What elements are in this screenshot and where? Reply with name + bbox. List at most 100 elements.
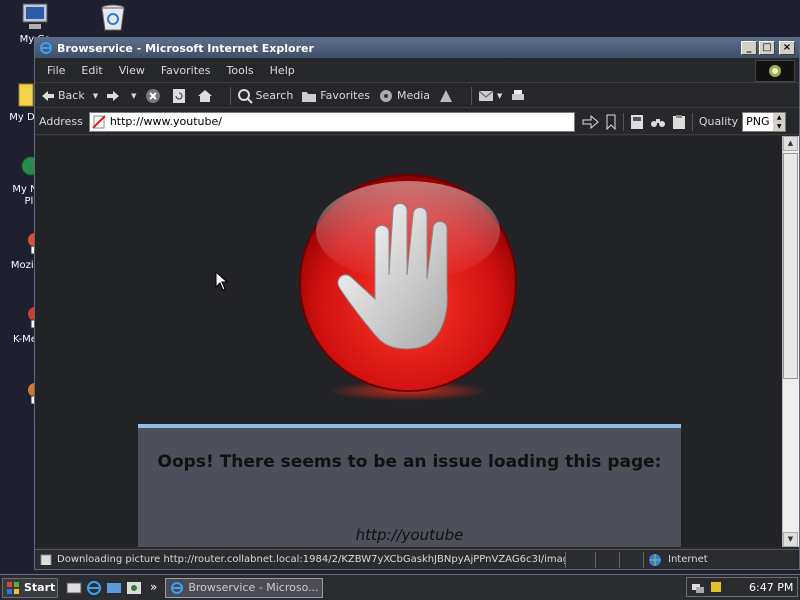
back-arrow-icon [42,90,54,101]
address-label: Address [39,115,83,128]
go-arrow-icon[interactable] [581,114,599,129]
media-label: Media [397,89,431,102]
menu-help[interactable]: Help [262,64,303,77]
favorites-folder-icon [302,91,317,102]
quality-select[interactable]: PNG ▲ ▼ [742,111,787,132]
clock[interactable]: 6:47 PM [749,581,793,594]
desktop-icon-recycle-bin[interactable] [78,2,148,34]
history-button[interactable] [438,88,457,104]
start-label: Start [24,581,56,594]
status-text: Downloading picture http://router.collab… [57,554,565,565]
menu-edit[interactable]: Edit [73,64,110,77]
toolbar-separator [229,86,231,105]
scroll-up-icon[interactable]: ▲ [783,136,798,151]
quality-spinner[interactable]: ▲ ▼ [773,112,786,131]
network-icon[interactable] [691,580,705,594]
scroll-down-icon[interactable]: ▼ [783,532,798,547]
status-bar: Downloading picture http://router.collab… [35,549,799,569]
stop-button[interactable] [145,88,164,104]
vertical-scrollbar[interactable]: ▲ ▼ [782,136,799,547]
quality-value: PNG [746,115,770,128]
page-content: Oops! There seems to be an issue loading… [35,136,782,547]
home-button[interactable] [197,89,216,103]
ie-quick-launch-icon[interactable] [86,580,102,596]
taskbar: Start » Browservice - Microso... 6:47 PM [0,574,800,600]
system-tray: 6:47 PM [686,577,798,597]
internet-zone-icon [649,553,661,566]
mail-dropdown-icon[interactable]: ▼ [497,92,502,100]
address-bar: Address http://www.youtube/ Quality PNG … [35,109,799,135]
toolbar-separator [471,86,473,105]
spin-down-icon[interactable]: ▼ [773,122,785,131]
browser-window: Browservice - Microsoft Internet Explore… [34,37,800,570]
history-icon [440,89,453,102]
back-dropdown-icon[interactable]: ▼ [93,92,98,100]
error-panel: Oops! There seems to be an issue loading… [138,424,681,547]
windows-flag-icon [7,581,19,594]
outlook-icon[interactable] [106,580,122,596]
quality-label: Quality [698,115,739,128]
scroll-thumb[interactable] [783,153,798,379]
security-zone: Internet [643,551,783,568]
search-icon [237,88,253,104]
close-button[interactable]: × [779,41,795,55]
ie-icon [40,42,52,54]
status-cell [565,551,595,568]
bookmark-icon[interactable] [605,114,617,130]
clipboard-icon[interactable] [672,114,686,130]
menu-bar: File Edit View Favorites Tools Help [35,59,799,83]
window-title: Browservice - Microsoft Internet Explore… [57,41,314,55]
menu-favorites[interactable]: Favorites [153,64,219,77]
mail-button[interactable]: ▼ [478,89,502,103]
page-loading-icon [40,554,52,565]
back-button[interactable]: Back ▼ [41,89,98,102]
taskbar-item-label: Browservice - Microso... [188,581,319,594]
show-desktop-icon[interactable] [66,580,82,596]
media-icon [380,89,392,102]
quick-launch-overflow-icon[interactable]: » [150,580,157,596]
spin-up-icon[interactable]: ▲ [773,113,785,122]
status-message: Downloading picture http://router.collab… [35,554,565,565]
forward-arrow-icon [107,90,120,101]
zone-label: Internet [668,554,708,565]
start-button[interactable]: Start [2,577,58,598]
media-player-icon[interactable] [126,580,142,596]
menu-tools[interactable]: Tools [219,64,262,77]
menu-view[interactable]: View [111,64,153,77]
find-binoculars-icon[interactable] [650,115,666,129]
mail-icon [478,90,494,101]
error-url: http://youtube [355,526,464,544]
favorites-label: Favorites [320,89,370,102]
toolbar-separator [622,112,624,131]
windows-logo-icon [769,65,781,77]
ie-icon [171,581,184,594]
maximize-button[interactable]: □ [759,41,775,55]
favorites-button[interactable]: Favorites [301,89,370,103]
status-cell [595,551,619,568]
minimize-button[interactable]: _ [741,41,757,55]
error-heading: Oops! There seems to be an issue loading… [157,452,662,472]
back-label: Back [58,89,85,102]
refresh-button[interactable] [172,88,189,104]
refresh-icon [172,88,185,103]
home-icon [197,89,212,102]
address-input[interactable]: http://www.youtube/ [88,111,575,132]
address-url: http://www.youtube/ [109,115,222,128]
taskbar-item-browservice[interactable]: Browservice - Microso... [165,577,324,598]
search-label: Search [255,89,294,102]
title-bar[interactable]: Browservice - Microsoft Internet Explore… [35,38,799,58]
menu-file[interactable]: File [39,64,73,77]
safely-remove-icon[interactable] [709,580,723,594]
toolbar-separator [691,112,693,131]
forward-button[interactable]: ▼ [106,90,137,102]
status-cell [619,551,643,568]
search-button[interactable]: Search [237,88,294,104]
page-error-icon [92,114,106,129]
stop-icon [145,88,160,103]
forward-dropdown-icon[interactable]: ▼ [131,92,136,100]
print-button[interactable] [510,89,529,103]
page-info-icon[interactable] [630,114,644,130]
computer-icon [22,3,48,29]
mouse-cursor-icon [215,271,229,291]
media-button[interactable]: Media [378,88,430,104]
